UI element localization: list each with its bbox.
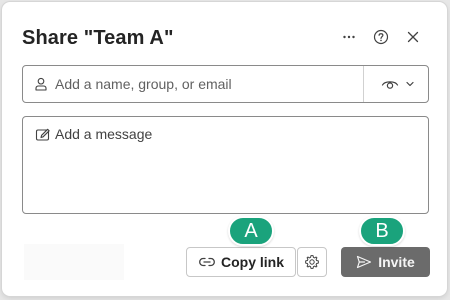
permission-dropdown[interactable]: [371, 72, 425, 96]
gear-icon: [305, 255, 319, 269]
footer-placeholder: [24, 244, 124, 280]
link-settings-button[interactable]: [297, 247, 327, 277]
invite-label: Invite: [378, 254, 415, 270]
pencil-icon: [35, 128, 50, 141]
help-icon: [373, 29, 389, 45]
people-search-input[interactable]: [55, 72, 355, 96]
people-picker-field: [22, 65, 429, 103]
copy-link-label: Copy link: [220, 254, 284, 270]
person-icon: [35, 77, 47, 91]
more-options-button[interactable]: [337, 25, 361, 49]
eye-icon: [381, 81, 399, 89]
send-icon: [357, 255, 372, 269]
message-field: [22, 116, 429, 214]
invite-button[interactable]: Invite: [341, 247, 430, 277]
close-button[interactable]: [401, 25, 425, 49]
link-icon: [199, 257, 215, 267]
dialog-title: Share "Team A": [22, 27, 174, 49]
chevron-down-icon: [406, 81, 414, 87]
callout-marker-b: B: [359, 216, 405, 246]
message-input[interactable]: [55, 126, 415, 206]
close-icon: [407, 31, 419, 43]
field-divider: [363, 66, 364, 102]
callout-marker-a: A: [228, 216, 274, 246]
share-dialog: Share "Team A" Add a name, group, or ema…: [2, 2, 447, 296]
more-options-icon: [343, 35, 355, 39]
copy-link-button[interactable]: Copy link: [186, 247, 296, 277]
help-button[interactable]: [369, 25, 393, 49]
